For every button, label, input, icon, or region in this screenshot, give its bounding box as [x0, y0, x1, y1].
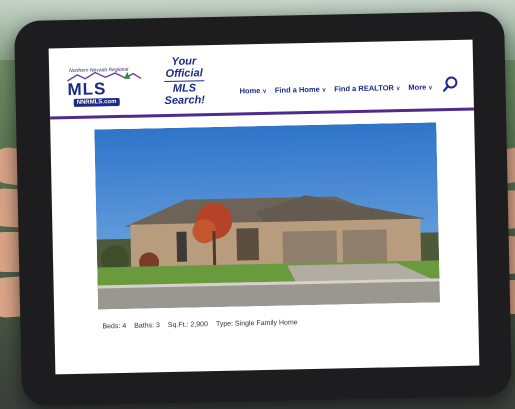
listing-photo[interactable]	[94, 122, 441, 310]
chevron-down-icon: ∨	[262, 88, 267, 95]
logo-url-badge: NNRMLS.com	[73, 97, 120, 107]
nnrmls-logo[interactable]: Northern Nevada Regional MLS NNRMLS.com	[67, 67, 142, 109]
listing-type: Type: Single Family Home	[215, 319, 298, 329]
site-header: Northern Nevada Regional MLS NNRMLS.com …	[49, 40, 474, 117]
main-nav: Home ∨ Find a Home ∨ Find a REALTOR ∨ More ∨	[239, 82, 433, 96]
house-photo-image	[94, 122, 441, 310]
logo-mls-text: MLS	[67, 79, 107, 100]
tablet-device: Northern Nevada Regional MLS NNRMLS.com …	[14, 10, 512, 407]
tagline: Your Official MLS Search!	[149, 55, 220, 107]
chevron-down-icon: ∨	[321, 87, 327, 94]
listing-beds: Beds: 4	[102, 322, 127, 331]
search-icon[interactable]	[442, 76, 458, 92]
tablet-screen: Northern Nevada Regional MLS NNRMLS.com …	[48, 39, 480, 375]
listing-sqft: Sq.Ft.: 2,900	[167, 321, 209, 330]
chevron-down-icon: ∨	[428, 85, 433, 92]
nav-more-label: More	[408, 82, 427, 92]
nav-home-label: Home	[239, 86, 261, 96]
tagline-line: Search!	[164, 94, 206, 108]
nav-find-a-realtor[interactable]: Find a REALTOR ∨	[334, 83, 400, 93]
nav-home[interactable]: Home ∨	[239, 86, 267, 96]
listing-details: Beds: 4 Baths: 3 Sq.Ft.: 2,900 Type: Sin…	[102, 319, 297, 330]
nav-more[interactable]: More ∨	[408, 82, 433, 92]
nav-find-a-home-label: Find a Home	[274, 84, 320, 95]
nav-find-a-realtor-label: Find a REALTOR	[334, 83, 395, 94]
tagline-line: Official	[165, 67, 203, 81]
nav-find-a-home[interactable]: Find a Home ∨	[275, 85, 327, 95]
listing-baths: Baths: 3	[134, 322, 160, 330]
chevron-down-icon: ∨	[395, 86, 401, 93]
